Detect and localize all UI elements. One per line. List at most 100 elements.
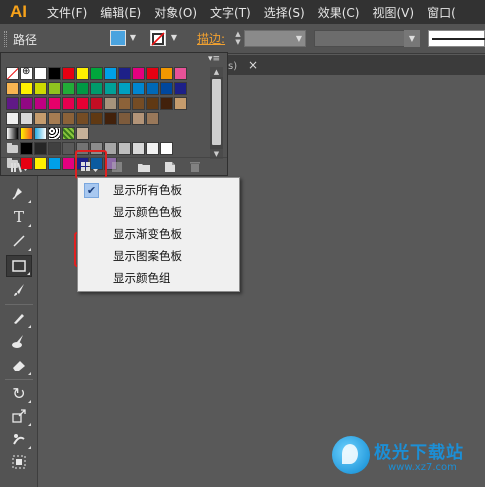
color-swatch[interactable]	[104, 97, 117, 110]
paintbrush-tool-icon[interactable]	[6, 279, 32, 301]
color-swatch[interactable]	[146, 67, 159, 80]
color-swatch[interactable]	[104, 82, 117, 95]
color-swatch[interactable]	[118, 112, 131, 125]
color-swatch[interactable]	[146, 82, 159, 95]
color-swatch[interactable]	[132, 82, 145, 95]
close-tab-icon[interactable]: ×	[248, 58, 258, 72]
swatch-options-icon[interactable]	[111, 161, 123, 174]
color-swatch[interactable]	[62, 67, 75, 80]
menu-object[interactable]: 对象(O)	[154, 4, 197, 21]
color-swatch[interactable]	[20, 97, 33, 110]
menu-file[interactable]: 文件(F)	[47, 4, 87, 21]
stroke-color-swatch[interactable]	[150, 30, 166, 46]
stroke-weight-dropdown-icon[interactable]: ▼	[292, 30, 306, 47]
stroke-spinner-icon[interactable]: ▲ ▼	[233, 30, 243, 47]
menu-select[interactable]: 选择(S)	[264, 4, 305, 21]
scroll-up-icon[interactable]: ▲	[210, 67, 223, 77]
color-swatch[interactable]	[34, 142, 47, 155]
color-swatch[interactable]	[76, 82, 89, 95]
menu-window[interactable]: 窗口(	[427, 4, 456, 21]
color-swatch[interactable]	[34, 112, 47, 125]
color-swatch[interactable]	[6, 82, 19, 95]
color-swatch[interactable]	[76, 112, 89, 125]
color-swatch[interactable]	[48, 82, 61, 95]
delete-swatch-icon[interactable]	[189, 161, 201, 174]
color-swatch[interactable]	[20, 112, 33, 125]
line-tool-icon[interactable]	[6, 230, 32, 252]
color-swatch[interactable]	[48, 97, 61, 110]
menu-item-show-color-groups[interactable]: 显示颜色组	[79, 268, 238, 289]
color-swatch[interactable]	[104, 112, 117, 125]
gradient-or-pattern-swatch[interactable]	[20, 127, 33, 140]
new-color-group-icon[interactable]	[137, 161, 151, 174]
color-swatch[interactable]	[104, 67, 117, 80]
rotate-tool-icon[interactable]: ↻	[6, 382, 32, 404]
menu-view[interactable]: 视图(V)	[372, 4, 414, 21]
color-swatch[interactable]	[34, 82, 47, 95]
fill-dropdown-arrow-icon[interactable]: ▼	[128, 30, 138, 46]
color-swatch[interactable]	[160, 67, 173, 80]
color-swatch[interactable]	[62, 142, 75, 155]
warp-tool-icon[interactable]	[6, 428, 32, 450]
profile-dropdown-icon[interactable]: ▼	[404, 30, 420, 47]
color-swatch[interactable]	[132, 112, 145, 125]
color-swatch[interactable]	[90, 112, 103, 125]
color-swatch[interactable]	[132, 142, 145, 155]
color-swatch[interactable]	[62, 112, 75, 125]
color-swatch[interactable]	[146, 112, 159, 125]
color-swatch[interactable]	[90, 67, 103, 80]
menu-item-show-gradient-swatches[interactable]: 显示渐变色板	[79, 224, 238, 245]
pen-tool-icon[interactable]	[6, 182, 32, 204]
color-swatch[interactable]	[90, 97, 103, 110]
color-swatch[interactable]	[146, 97, 159, 110]
color-swatch[interactable]	[76, 127, 89, 140]
color-swatch[interactable]	[76, 67, 89, 80]
menu-item-show-all-swatches[interactable]: ✔ 显示所有色板	[79, 180, 238, 201]
swatch-scrollbar[interactable]: ▲ ▼	[210, 67, 223, 159]
scroll-thumb[interactable]	[212, 79, 221, 145]
color-swatch[interactable]	[76, 97, 89, 110]
blob-brush-icon[interactable]	[6, 330, 32, 352]
scale-tool-icon[interactable]	[6, 405, 32, 427]
color-swatch[interactable]	[174, 97, 187, 110]
color-swatch[interactable]	[174, 82, 187, 95]
free-transform-icon[interactable]	[6, 451, 32, 473]
registration-swatch[interactable]	[20, 66, 33, 80]
rectangle-tool-icon[interactable]	[6, 255, 32, 277]
stroke-weight-label[interactable]: 描边:	[197, 30, 225, 47]
type-tool-icon[interactable]: T	[6, 206, 32, 228]
menu-effect[interactable]: 效果(C)	[318, 4, 360, 21]
color-swatch[interactable]	[6, 97, 19, 110]
color-swatch[interactable]	[118, 67, 131, 80]
swatch-group-folder-icon[interactable]	[6, 142, 19, 155]
swatch-libraries-menu-icon[interactable]	[10, 161, 30, 174]
color-swatch[interactable]	[118, 82, 131, 95]
color-swatch[interactable]	[62, 97, 75, 110]
color-swatch[interactable]	[90, 82, 103, 95]
color-swatch[interactable]	[34, 97, 47, 110]
pencil-tool-icon[interactable]	[6, 307, 32, 329]
color-swatch[interactable]	[48, 112, 61, 125]
gradient-or-pattern-swatch[interactable]	[62, 127, 75, 140]
color-swatch[interactable]	[146, 142, 159, 155]
menu-type[interactable]: 文字(T)	[210, 4, 251, 21]
color-swatch[interactable]	[48, 67, 61, 80]
eraser-tool-icon[interactable]	[6, 354, 32, 376]
color-swatch[interactable]	[20, 82, 33, 95]
color-swatch[interactable]	[132, 97, 145, 110]
document-tab-label[interactable]: s)	[228, 61, 237, 72]
fill-color-swatch[interactable]	[110, 30, 126, 46]
color-swatch[interactable]	[160, 97, 173, 110]
gradient-or-pattern-swatch[interactable]	[34, 127, 47, 140]
stroke-dropdown-arrow-icon[interactable]: ▼	[169, 30, 179, 46]
menu-item-show-color-swatches[interactable]: 显示颜色色板	[79, 202, 238, 223]
color-swatch[interactable]	[6, 112, 19, 125]
color-swatch[interactable]	[118, 97, 131, 110]
color-swatch[interactable]	[160, 142, 173, 155]
gradient-or-pattern-swatch[interactable]	[6, 127, 19, 140]
color-swatch[interactable]	[62, 82, 75, 95]
panel-grip[interactable]	[4, 31, 7, 47]
color-swatch[interactable]	[20, 142, 33, 155]
gradient-or-pattern-swatch[interactable]	[48, 127, 61, 140]
color-swatch[interactable]	[118, 142, 131, 155]
